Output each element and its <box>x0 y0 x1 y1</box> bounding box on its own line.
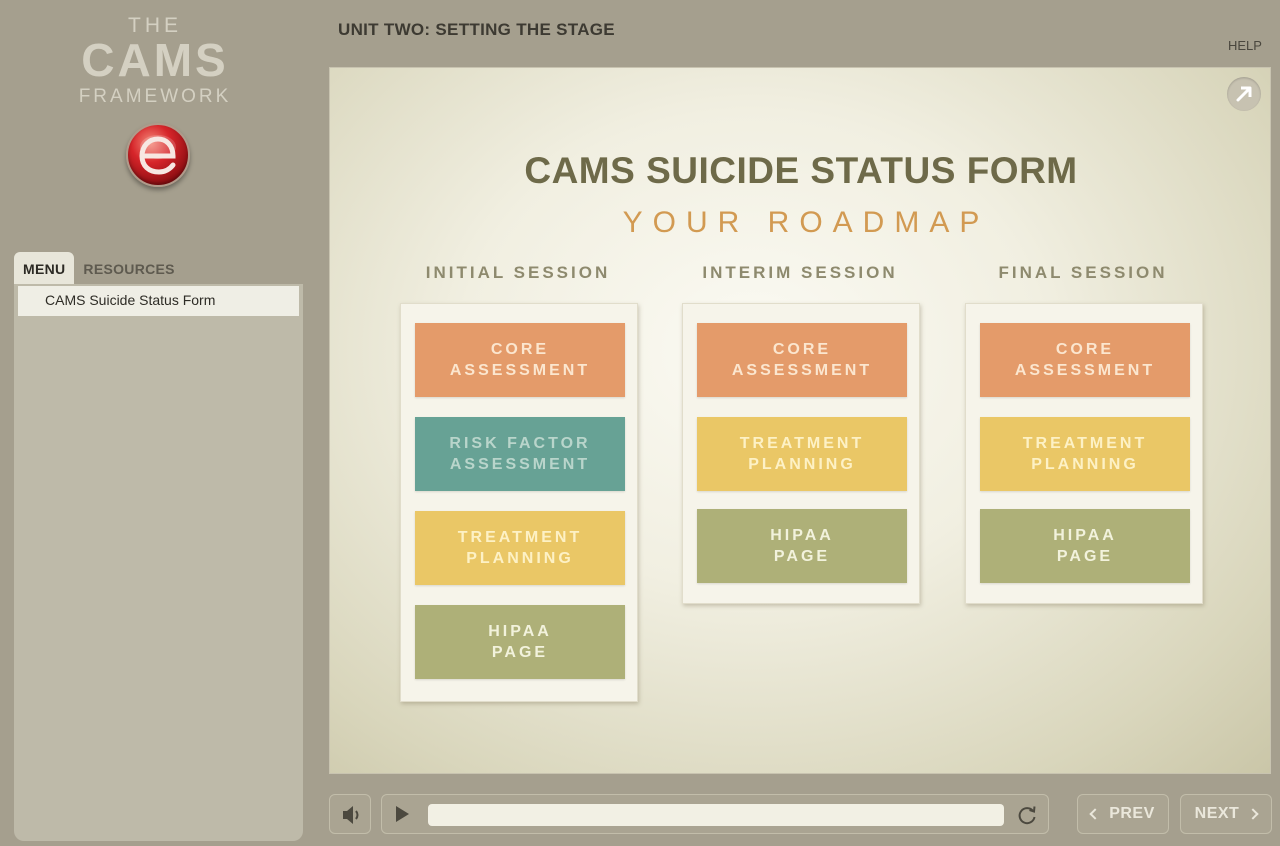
volume-button[interactable] <box>329 794 371 834</box>
block-hipaa-page[interactable]: HIPAA PAGE <box>415 605 625 679</box>
sidebar-item-cams-suicide-status-form[interactable]: CAMS Suicide Status Form <box>18 286 299 316</box>
block-label-line: ASSESSMENT <box>1014 362 1156 379</box>
speaker-icon <box>343 806 359 824</box>
next-label: NEXT <box>1194 805 1240 822</box>
block-treatment-planning[interactable]: TREATMENT PLANNING <box>415 511 625 585</box>
play-icon[interactable] <box>396 806 409 822</box>
block-label-line: PLANNING <box>748 456 856 473</box>
sidebar-tabs: MENU RESOURCES <box>14 252 184 284</box>
session-heading-final: FINAL SESSION <box>998 263 1168 282</box>
block-label-line: RISK FACTOR <box>449 435 591 452</box>
e-badge-icon <box>126 123 190 187</box>
session-panel-initial: CORE ASSESSMENT RISK FACTOR ASSESSMENT TRE… <box>400 303 638 702</box>
sidebar-menu-panel: CAMS Suicide Status Form <box>14 284 303 841</box>
block-label-line: PAGE <box>773 548 831 565</box>
slide-content: CAMS SUICIDE STATUS FORM YOUR ROADMAP IN… <box>329 67 1271 774</box>
media-player-bar <box>381 794 1049 834</box>
block-hipaa-page[interactable]: HIPAA PAGE <box>980 509 1190 583</box>
slide-subtitle: YOUR ROADMAP <box>622 206 990 239</box>
help-link[interactable]: HELP <box>1228 38 1262 53</box>
block-treatment-planning[interactable]: TREATMENT PLANNING <box>980 417 1190 491</box>
arrow-up-right-icon <box>1236 86 1252 102</box>
next-button[interactable]: NEXT <box>1180 794 1272 834</box>
cams-logo: THE CAMS FRAMEWORK <box>0 0 310 200</box>
popout-button[interactable] <box>1227 77 1261 111</box>
block-label-line: ASSESSMENT <box>449 362 591 379</box>
session-heading-initial: INITIAL SESSION <box>425 263 611 282</box>
block-label-line: PLANNING <box>466 550 574 567</box>
block-hipaa-page[interactable]: HIPAA PAGE <box>697 509 907 583</box>
unit-title: UNIT TWO: SETTING THE STAGE <box>338 20 615 39</box>
block-core-assessment[interactable]: CORE ASSESSMENT <box>697 323 907 397</box>
block-label-line: PAGE <box>491 644 549 661</box>
block-label-line: TREATMENT <box>457 529 583 546</box>
block-label-line: TREATMENT <box>739 435 865 452</box>
block-label-line: ASSESSMENT <box>731 362 873 379</box>
prev-button[interactable]: PREV <box>1077 794 1169 834</box>
session-heading-interim: INTERIM SESSION <box>702 263 898 282</box>
block-label-line: HIPAA <box>488 623 552 640</box>
tab-resources[interactable]: RESOURCES <box>74 252 183 284</box>
block-label-line: HIPAA <box>770 527 834 544</box>
chevron-left-icon <box>1089 808 1101 820</box>
block-label-line: PLANNING <box>1031 456 1139 473</box>
slide-title: CAMS SUICIDE STATUS FORM <box>524 150 1078 191</box>
prev-label: PREV <box>1109 805 1155 822</box>
block-label-line: HIPAA <box>1053 527 1117 544</box>
block-label-line: CORE <box>1055 341 1115 358</box>
progress-bar[interactable] <box>428 804 1004 826</box>
replay-icon[interactable] <box>1016 804 1038 826</box>
chevron-right-icon <box>1247 808 1259 820</box>
block-label-line: CORE <box>490 341 550 358</box>
block-label-line: PAGE <box>1056 548 1114 565</box>
session-panel-interim: CORE ASSESSMENT TREATMENT PLANNING HIPAA PA… <box>682 303 920 604</box>
block-core-assessment[interactable]: CORE ASSESSMENT <box>980 323 1190 397</box>
block-treatment-planning[interactable]: TREATMENT PLANNING <box>697 417 907 491</box>
logo-cams: CAMS <box>81 34 229 86</box>
block-risk-factor-assessment[interactable]: RISK FACTOR ASSESSMENT <box>415 417 625 491</box>
tab-menu[interactable]: MENU <box>14 252 75 284</box>
block-label-line: TREATMENT <box>1022 435 1148 452</box>
block-label-line: CORE <box>772 341 832 358</box>
block-core-assessment[interactable]: CORE ASSESSMENT <box>415 323 625 397</box>
logo-framework: FRAMEWORK <box>78 86 232 107</box>
block-label-line: ASSESSMENT <box>449 456 591 473</box>
session-panel-final: CORE ASSESSMENT TREATMENT PLANNING HIPAA PA… <box>965 303 1203 604</box>
